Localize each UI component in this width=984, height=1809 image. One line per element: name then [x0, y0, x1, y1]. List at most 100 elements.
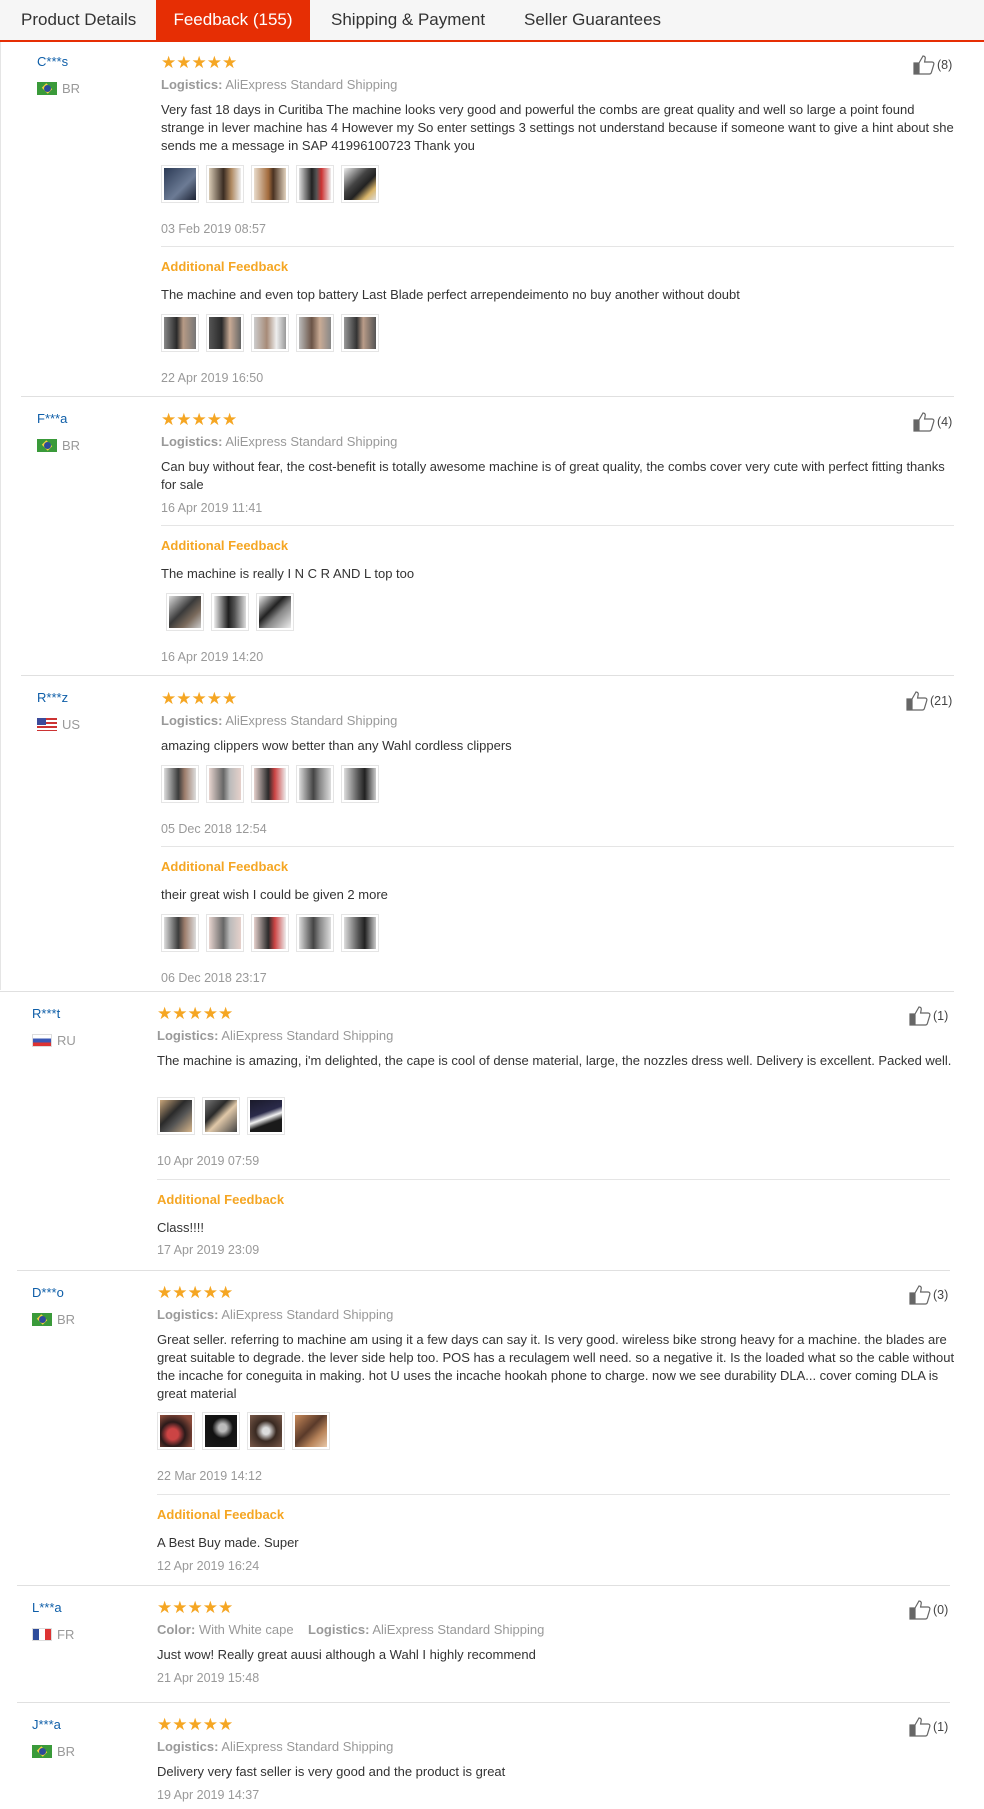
review-photo[interactable] — [157, 1097, 195, 1135]
review-photo[interactable] — [161, 314, 199, 352]
logistics-info: Logistics: AliExpress Standard Shipping — [161, 77, 398, 92]
review-photo[interactable] — [251, 914, 289, 952]
tab-product-details[interactable]: Product Details — [21, 0, 136, 42]
like-button[interactable]: (21) — [906, 691, 952, 711]
like-count: (21) — [930, 694, 953, 708]
russia-flag-icon — [32, 1034, 52, 1047]
review-photo[interactable] — [247, 1097, 285, 1135]
logistics-info: Logistics: AliExpress Standard Shipping — [157, 1028, 394, 1043]
review-photo[interactable] — [206, 914, 244, 952]
country-code: BR — [62, 81, 81, 96]
star-rating: ★★★★★ — [157, 1715, 234, 1734]
review-photo[interactable] — [296, 914, 334, 952]
review-photo[interactable] — [296, 765, 334, 803]
thumbs-up-icon — [906, 691, 928, 711]
review-photo[interactable] — [256, 593, 294, 631]
like-button[interactable]: (0) — [909, 1600, 948, 1620]
like-button[interactable]: (8) — [913, 55, 952, 75]
review-text: Very fast 18 days in Curitiba The machin… — [161, 102, 954, 153]
review-text: The machine is amazing, i'm delighted, t… — [157, 1053, 952, 1068]
review-photo[interactable] — [296, 165, 334, 203]
additional-feedback-title: Additional Feedback — [161, 259, 289, 274]
review-photo[interactable] — [166, 593, 204, 631]
additional-photos — [161, 314, 379, 352]
review-photo[interactable] — [157, 1412, 195, 1450]
reviewer-name[interactable]: C***s — [37, 54, 68, 69]
reviewer-country: BR — [37, 81, 80, 96]
country-code: BR — [57, 1312, 76, 1327]
reviewer-name[interactable]: J***a — [32, 1717, 61, 1732]
star-rating: ★★★★★ — [161, 410, 238, 429]
review-photo[interactable] — [251, 765, 289, 803]
reviewer-country: US — [37, 717, 80, 732]
review-photo[interactable] — [206, 765, 244, 803]
review-photo[interactable] — [251, 165, 289, 203]
star-rating: ★★★★★ — [157, 1283, 234, 1302]
review-text: amazing clippers wow better than any Wah… — [161, 738, 512, 753]
like-button[interactable]: (1) — [909, 1006, 948, 1026]
review-separator — [17, 1702, 950, 1703]
review-photo[interactable] — [202, 1412, 240, 1450]
reviewer-name[interactable]: F***a — [37, 411, 67, 426]
like-button[interactable]: (1) — [909, 1717, 948, 1737]
like-count: (0) — [933, 1603, 949, 1617]
additional-feedback-date: 22 Apr 2019 16:50 — [161, 371, 264, 385]
like-button[interactable]: (3) — [909, 1285, 948, 1305]
review-photo[interactable] — [251, 314, 289, 352]
review-photo[interactable] — [161, 165, 199, 203]
review-photo[interactable] — [206, 165, 244, 203]
review-photo[interactable] — [206, 314, 244, 352]
brazil-flag-icon — [37, 82, 57, 95]
country-code: FR — [57, 1627, 75, 1642]
review-date: 03 Feb 2019 08:57 — [161, 222, 266, 236]
review-photo[interactable] — [296, 314, 334, 352]
review-photo[interactable] — [341, 765, 379, 803]
review-photo[interactable] — [341, 165, 379, 203]
reviewer-country: BR — [37, 438, 80, 453]
logistics-info: Logistics: AliExpress Standard Shipping — [157, 1307, 394, 1322]
additional-feedback-title: Additional Feedback — [157, 1507, 285, 1522]
thumbs-up-icon — [909, 1600, 931, 1620]
tab-feedback[interactable]: Feedback (155) — [156, 0, 310, 42]
review-photo[interactable] — [247, 1412, 285, 1450]
country-code: RU — [57, 1033, 76, 1048]
thumbs-up-icon — [913, 55, 935, 75]
star-rating: ★★★★★ — [157, 1598, 234, 1617]
review-photo[interactable] — [202, 1097, 240, 1135]
star-rating: ★★★★★ — [161, 689, 238, 708]
logistics-info: Logistics: AliExpress Standard Shipping — [161, 434, 398, 449]
star-rating: ★★★★★ — [161, 53, 238, 72]
country-code: BR — [57, 1744, 76, 1759]
review-photo[interactable] — [341, 314, 379, 352]
additional-feedback-title: Additional Feedback — [161, 538, 289, 553]
review-photo[interactable] — [211, 593, 249, 631]
tab-shipping-payment[interactable]: Shipping & Payment — [331, 0, 485, 42]
review-photo[interactable] — [161, 914, 199, 952]
thumbs-up-icon — [909, 1006, 931, 1026]
like-button[interactable]: (4) — [913, 412, 952, 432]
reviewer-name[interactable]: R***z — [37, 690, 68, 705]
like-count: (1) — [933, 1009, 949, 1023]
review-photo[interactable] — [161, 765, 199, 803]
country-code: US — [62, 717, 81, 732]
review-date: 05 Dec 2018 12:54 — [161, 822, 267, 836]
additional-feedback-date: 16 Apr 2019 14:20 — [161, 650, 264, 664]
reviewer-name[interactable]: R***t — [32, 1006, 60, 1021]
additional-photos — [161, 914, 379, 952]
review-photo[interactable] — [341, 914, 379, 952]
review-photos — [157, 1412, 330, 1450]
divider — [157, 1179, 950, 1180]
country-code: BR — [62, 438, 81, 453]
review-text: Just wow! Really great auusi although a … — [157, 1647, 536, 1662]
reviewer-name[interactable]: D***o — [32, 1285, 64, 1300]
reviewer-country: RU — [32, 1033, 76, 1048]
review-photos — [161, 165, 379, 203]
additional-feedback-title: Additional Feedback — [157, 1192, 285, 1207]
additional-feedback-text: The machine and even top battery Last Bl… — [161, 287, 740, 302]
usa-flag-icon — [37, 718, 57, 731]
product-info: Color: With White cape Logistics: AliExp… — [157, 1622, 545, 1637]
tab-seller-guarantees[interactable]: Seller Guarantees — [524, 0, 661, 42]
thumbs-up-icon — [909, 1285, 931, 1305]
review-photo[interactable] — [292, 1412, 330, 1450]
reviewer-name[interactable]: L***a — [32, 1600, 62, 1615]
